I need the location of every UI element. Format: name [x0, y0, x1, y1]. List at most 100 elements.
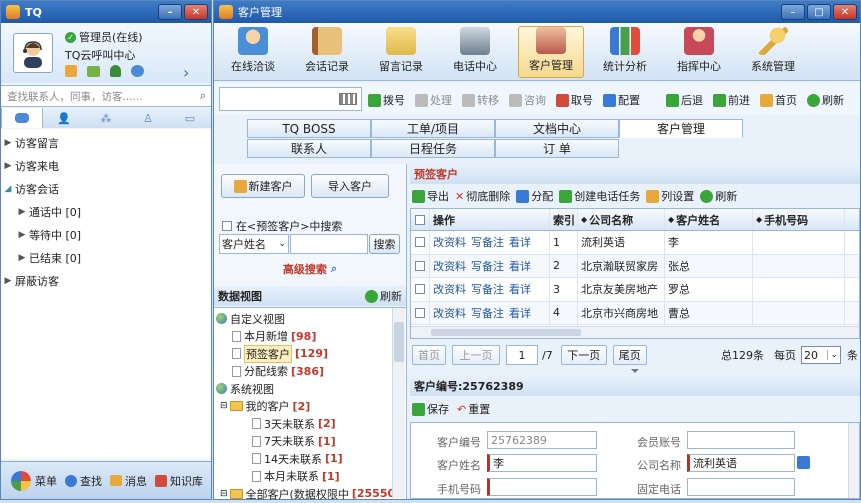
tree-node-custom-views[interactable]: 自定义视图: [216, 310, 406, 328]
table-row[interactable]: 改资料 写备注 看详 4 北京市兴商房地 曹总: [411, 301, 859, 325]
table-row[interactable]: 改资料 写备注 看详 2 北京瀚联贸家房 张总: [411, 254, 859, 278]
card-icon[interactable]: [87, 65, 100, 77]
table-row[interactable]: 改资料 写备注 看详 3 北京友美房地产 罗总: [411, 278, 859, 302]
prev-page-button[interactable]: 上一页: [452, 345, 500, 365]
keypad-icon[interactable]: [339, 93, 357, 105]
note-link[interactable]: 写备注: [471, 234, 504, 250]
nav-customer-management[interactable]: 客户管理: [518, 26, 584, 78]
contact-search-input[interactable]: 查找联系人，同事，访客...... ⌕: [1, 85, 211, 107]
tab-customer-management[interactable]: 客户管理: [619, 119, 743, 138]
edit-link[interactable]: 改资料: [433, 281, 466, 297]
tree-node-assigned-leads[interactable]: 分配线索 [386]: [216, 363, 406, 381]
tree-node-waiting[interactable]: ▶ 等待中 [0]: [1, 223, 211, 246]
phone-field[interactable]: [687, 478, 795, 496]
nav-session-records[interactable]: 会话记录: [294, 26, 360, 78]
edit-link[interactable]: 改资料: [433, 258, 466, 274]
knowledge-button[interactable]: 知识库: [155, 473, 203, 489]
person-icon[interactable]: [110, 65, 121, 77]
scrollbar-thumb[interactable]: [394, 322, 404, 362]
home-button[interactable]: 首页: [760, 92, 797, 108]
minimize-button[interactable]: –: [781, 4, 805, 20]
company-lookup-icon[interactable]: [797, 456, 810, 469]
tree-node-in-call[interactable]: ▶ 通话中 [0]: [1, 200, 211, 223]
tab-work-order[interactable]: 工单/项目: [371, 119, 495, 138]
nav-statistics[interactable]: 统计分析: [592, 26, 658, 78]
detail-link[interactable]: 看详: [509, 305, 531, 321]
menu-button[interactable]: 菜单: [11, 470, 57, 491]
page-number-input[interactable]: 1: [506, 345, 538, 365]
nav-command-center[interactable]: 指挥中心: [666, 26, 732, 78]
search-scope-checkbox[interactable]: [222, 221, 232, 231]
tab-orders[interactable]: 订 单: [495, 139, 619, 158]
tab-contacts[interactable]: 👤: [43, 108, 85, 128]
tab-customers[interactable]: ♙: [127, 108, 169, 128]
consult-button[interactable]: 咨询: [509, 92, 546, 108]
search-field-select[interactable]: 客户姓名 ⌄: [219, 234, 289, 254]
import-customer-button[interactable]: 导入客户: [311, 174, 389, 198]
export-button[interactable]: 导出: [412, 188, 449, 204]
next-page-button[interactable]: 下一页: [560, 345, 607, 365]
close-button[interactable]: ✕: [833, 4, 857, 20]
col-header-company[interactable]: ◆ 公司名称: [578, 209, 665, 230]
row-checkbox[interactable]: [415, 260, 425, 271]
col-header-actions[interactable]: 操作: [430, 209, 550, 230]
user-status[interactable]: ✓ 管理员(在线): [65, 29, 143, 45]
new-customer-button[interactable]: 新建客户: [221, 174, 305, 198]
forward-button[interactable]: 前进: [713, 92, 750, 108]
tree-node-ended[interactable]: ▶ 已结束 [0]: [1, 246, 211, 269]
dial-number-input[interactable]: [219, 87, 362, 111]
reset-button[interactable]: ↶ 重置: [457, 401, 490, 417]
save-button[interactable]: 保存: [412, 401, 449, 417]
customer-no-field[interactable]: 25762389: [487, 431, 597, 449]
tree-node-new-this-month[interactable]: 本月新增 [98]: [216, 328, 406, 346]
avatar[interactable]: [13, 33, 53, 73]
advanced-search-link[interactable]: 高级搜索 ⌕: [214, 261, 406, 277]
first-page-button[interactable]: 首页: [412, 345, 446, 365]
note-link[interactable]: 写备注: [471, 258, 504, 274]
tree-node-my-customers[interactable]: ⊟ 我的客户 [2]: [216, 398, 406, 416]
tab-messages[interactable]: ▭: [169, 108, 211, 128]
minimize-button[interactable]: –: [158, 4, 182, 20]
tree-node-visitor-messages[interactable]: ▶ 访客留言: [1, 131, 211, 154]
take-number-button[interactable]: 取号: [556, 92, 593, 108]
scrollbar-thumb[interactable]: [431, 329, 581, 336]
note-link[interactable]: 写备注: [471, 305, 504, 321]
col-header-phone[interactable]: ◆ 手机号码: [753, 209, 845, 230]
company-name-field[interactable]: 流利英语: [687, 454, 795, 472]
mobile-field[interactable]: [487, 478, 597, 496]
tab-colleagues[interactable]: ⁂: [85, 108, 127, 128]
detail-link[interactable]: 看详: [509, 258, 531, 274]
expand-arrow-icon[interactable]: ›: [183, 63, 189, 82]
per-page-select[interactable]: 20 ⌄: [801, 346, 841, 364]
nav-phone-center[interactable]: 电话中心: [442, 26, 508, 78]
note-link[interactable]: 写备注: [471, 281, 504, 297]
maximize-button[interactable]: □: [807, 4, 831, 20]
dial-button[interactable]: 拨号: [368, 92, 405, 108]
tab-document-center[interactable]: 文档中心: [495, 119, 619, 138]
config-button[interactable]: 配置: [603, 92, 640, 108]
row-checkbox[interactable]: [415, 307, 425, 318]
nav-system-management[interactable]: 系统管理: [740, 26, 806, 78]
close-button[interactable]: ✕: [184, 4, 208, 20]
nav-message-records[interactable]: 留言记录: [368, 26, 434, 78]
handle-button[interactable]: 处理: [415, 92, 452, 108]
tree-node-visitor-calls[interactable]: ▶ 访客来电: [1, 154, 211, 177]
create-call-task-button[interactable]: 创建电话任务: [559, 188, 640, 204]
search-input[interactable]: [290, 234, 368, 254]
tab-contacts[interactable]: 联系人: [247, 139, 371, 158]
edit-link[interactable]: 改资料: [433, 234, 466, 250]
tab-schedule[interactable]: 日程任务: [371, 139, 495, 158]
detail-scrollbar[interactable]: [848, 423, 859, 498]
splitter-handle[interactable]: [590, 369, 680, 375]
search-button[interactable]: 搜索: [369, 234, 400, 254]
col-header-name[interactable]: ◆ 客户姓名: [665, 209, 753, 230]
col-header-index[interactable]: 索引: [550, 209, 578, 230]
search-icon[interactable]: ⌕: [200, 89, 206, 103]
nav-online-chat[interactable]: 在线洽谈: [220, 26, 286, 78]
tab-visitors[interactable]: [1, 108, 43, 128]
member-account-field[interactable]: [687, 431, 795, 449]
tree-node-14-days[interactable]: 14天未联系 [1]: [216, 450, 406, 468]
grid-horizontal-scrollbar[interactable]: [411, 326, 859, 338]
edit-link[interactable]: 改资料: [433, 305, 466, 321]
message-button[interactable]: 消息: [110, 473, 147, 489]
